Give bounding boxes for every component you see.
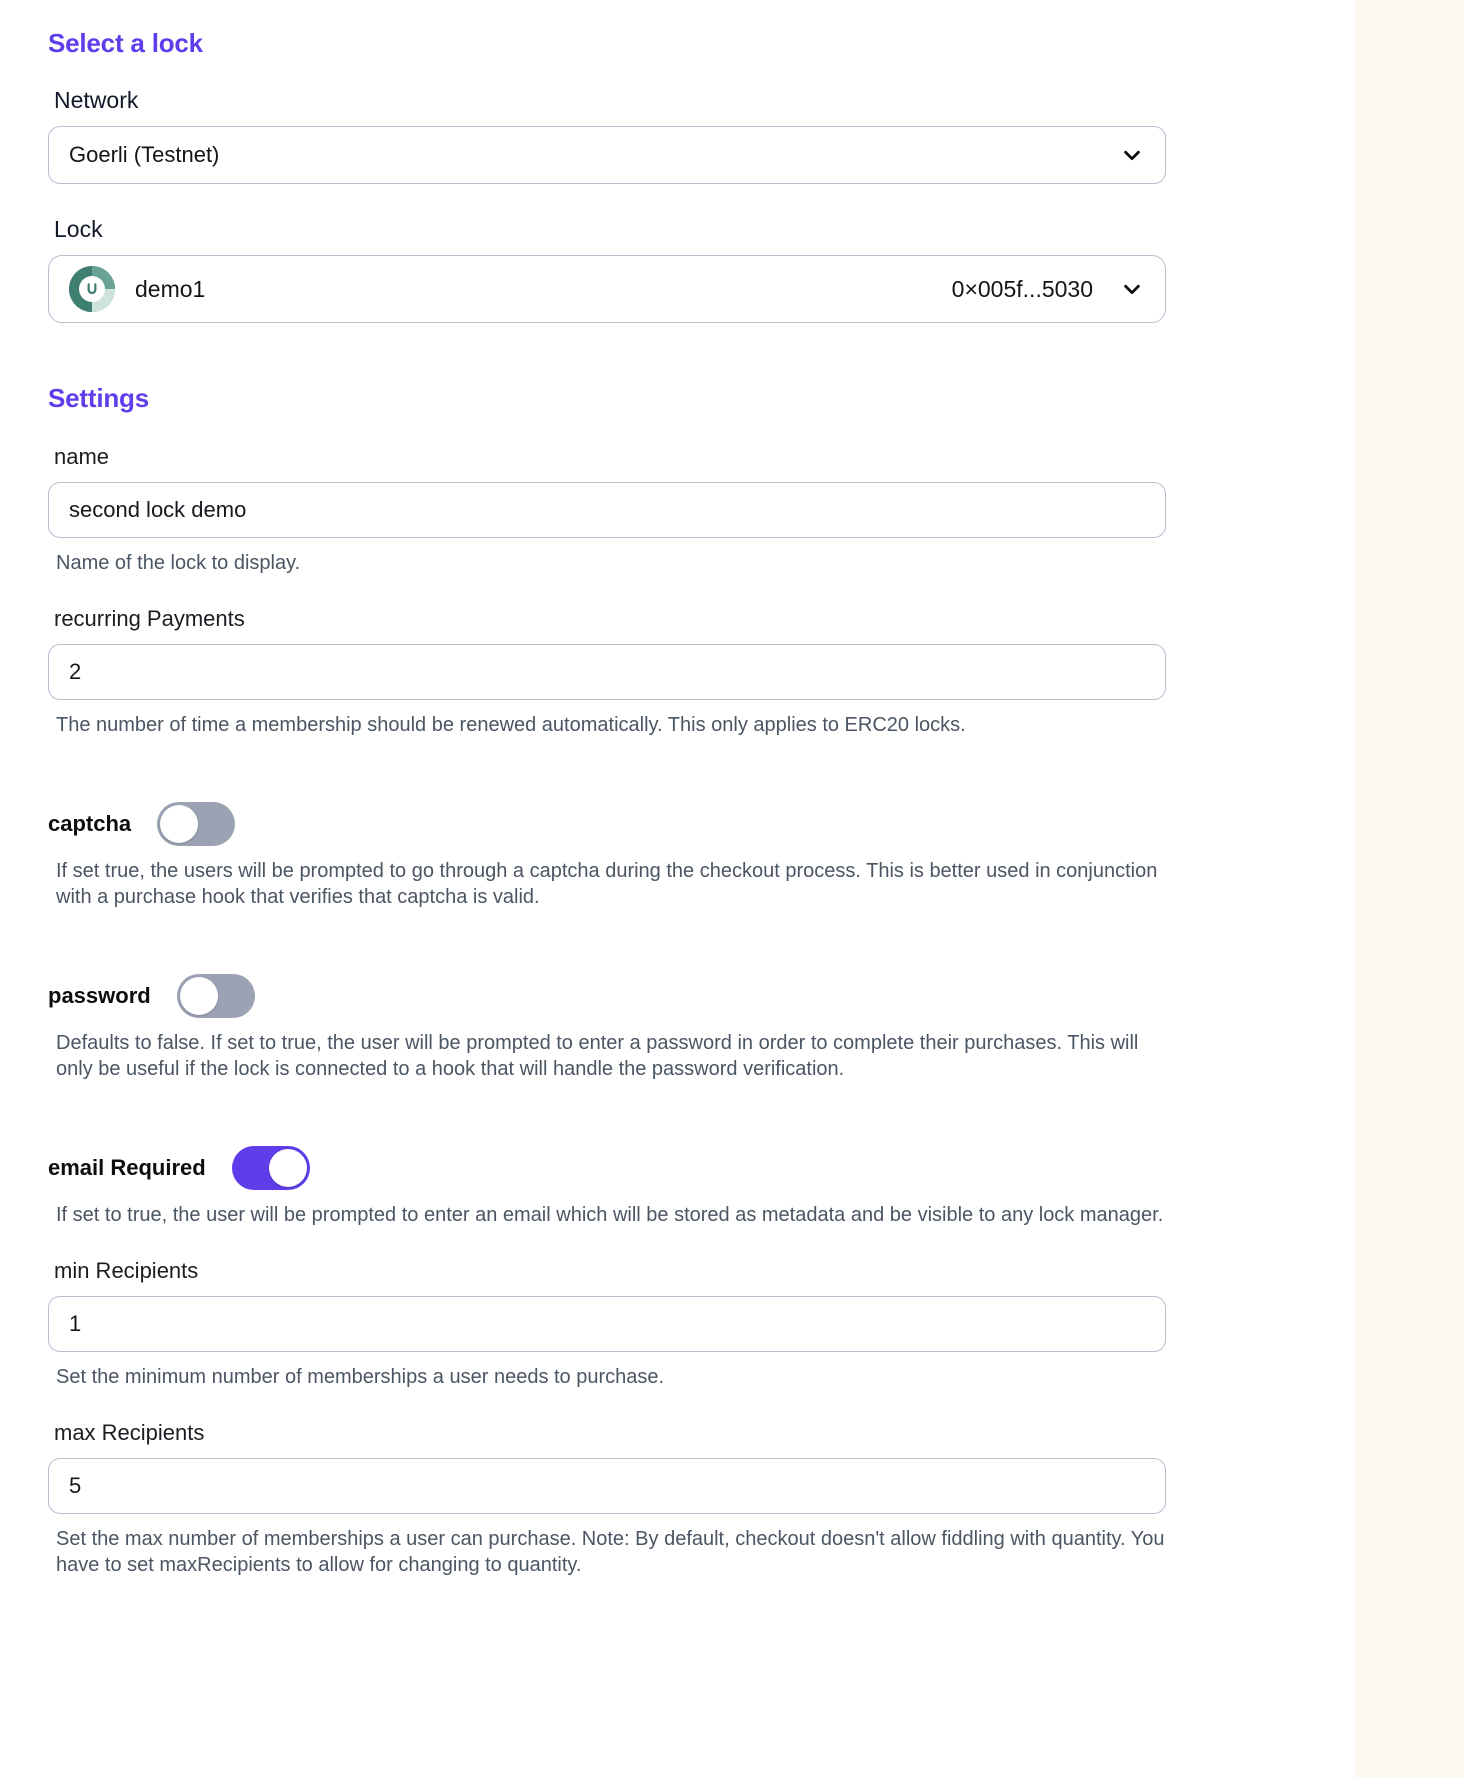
network-label: Network bbox=[54, 87, 139, 113]
setting-min-recipients: min Recipients 1 Set the minimum number … bbox=[48, 1228, 1166, 1390]
setting-recurring-payments: recurring Payments 2 The number of time … bbox=[48, 576, 1166, 738]
min-recipients-input[interactable]: 1 bbox=[48, 1296, 1166, 1352]
recurring-payments-input[interactable]: 2 bbox=[48, 644, 1166, 700]
captcha-help-text: If set true, the users will be prompted … bbox=[56, 860, 1158, 908]
name-input[interactable]: second lock demo bbox=[48, 482, 1166, 538]
min-recipients-help-text: Set the minimum number of memberships a … bbox=[56, 1366, 665, 1388]
network-selected-value: Goerli (Testnet) bbox=[69, 142, 220, 167]
lock-label: Lock bbox=[54, 216, 103, 242]
password-toggle-knob bbox=[179, 977, 218, 1015]
setting-captcha: captcha If set true, the users will be p… bbox=[48, 738, 1165, 910]
settings-heading: Settings bbox=[48, 383, 149, 413]
select-lock-section: Select a lock Network Goerli (Testnet) L… bbox=[48, 0, 1166, 323]
name-input-value: second lock demo bbox=[69, 497, 247, 522]
password-toggle[interactable] bbox=[176, 974, 255, 1018]
recurring-payments-input-value: 2 bbox=[69, 659, 82, 684]
setting-password: password Defaults to false. If set to tr… bbox=[48, 910, 1165, 1082]
lock-name: demo1 bbox=[135, 275, 206, 302]
network-select[interactable]: Goerli (Testnet) bbox=[48, 126, 1166, 184]
setting-max-recipients: max Recipients 5 Set the max number of m… bbox=[48, 1390, 1166, 1578]
captcha-label: captcha bbox=[48, 811, 132, 836]
lock-avatar-icon bbox=[69, 266, 115, 312]
captcha-toggle-knob bbox=[160, 805, 199, 843]
checkout-config-panel: Select a lock Network Goerli (Testnet) L… bbox=[0, 0, 1355, 1778]
min-recipients-label: min Recipients bbox=[54, 1258, 199, 1283]
recurring-payments-help-text: The number of time a membership should b… bbox=[56, 714, 966, 736]
lock-select[interactable]: demo1 0×005f...5030 bbox=[48, 255, 1166, 323]
name-help-text: Name of the lock to display. bbox=[56, 552, 301, 574]
max-recipients-label: max Recipients bbox=[54, 1420, 205, 1445]
select-a-lock-heading: Select a lock bbox=[48, 28, 203, 58]
min-recipients-input-value: 1 bbox=[69, 1311, 82, 1336]
captcha-toggle[interactable] bbox=[157, 802, 236, 846]
email-required-label: email Required bbox=[48, 1155, 206, 1180]
email-required-toggle[interactable] bbox=[231, 1146, 310, 1190]
page-root: Select a lock Network Goerli (Testnet) L… bbox=[0, 0, 1464, 1778]
max-recipients-help-text: Set the max number of memberships a user… bbox=[56, 1528, 1165, 1576]
password-toggle-row: password bbox=[48, 940, 1165, 1018]
settings-section: Settings name second lock demo Name of t… bbox=[48, 323, 1166, 1578]
setting-email-required: email Required If set to true, the user … bbox=[48, 1082, 1165, 1228]
chevron-down-icon bbox=[1121, 144, 1143, 166]
password-help-text: Defaults to false. If set to true, the u… bbox=[56, 1032, 1139, 1080]
lock-address: 0×005f...5030 bbox=[951, 275, 1093, 302]
captcha-toggle-row: captcha bbox=[48, 768, 1165, 846]
email-required-help-text: If set to true, the user will be prompte… bbox=[56, 1204, 1164, 1226]
name-label: name bbox=[54, 444, 110, 469]
recurring-payments-label: recurring Payments bbox=[54, 606, 245, 631]
email-required-toggle-row: email Required bbox=[48, 1112, 1165, 1190]
password-label: password bbox=[48, 983, 151, 1008]
max-recipients-input[interactable]: 5 bbox=[48, 1458, 1166, 1514]
chevron-down-icon bbox=[1121, 278, 1143, 300]
email-required-toggle-knob bbox=[268, 1149, 307, 1187]
setting-name: name second lock demo Name of the lock t… bbox=[48, 414, 1166, 576]
max-recipients-input-value: 5 bbox=[69, 1473, 82, 1498]
